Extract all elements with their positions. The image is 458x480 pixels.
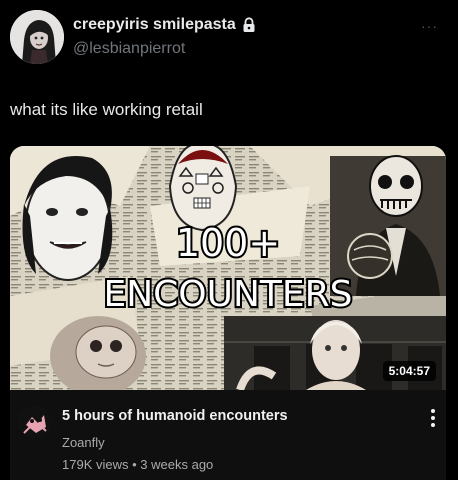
post-text: what its like working retail	[10, 100, 203, 119]
user-handle[interactable]: @lesbianpierrot	[73, 40, 185, 58]
thumbnail-title-line1: 100+	[176, 221, 280, 265]
video-stats: 179K views • 3 weeks ago	[62, 457, 213, 472]
video-meta: 5 hours of humanoid encounters Zoanfly 1…	[10, 390, 446, 480]
more-horizontal-icon[interactable]: ···	[421, 18, 438, 34]
thumbnail-collage: 100+ ENCOUNTERS	[10, 146, 446, 390]
video-thumbnail[interactable]: 100+ ENCOUNTERS 5:04:57	[10, 146, 446, 390]
upload-age: 3 weeks ago	[140, 457, 214, 472]
video-title[interactable]: 5 hours of humanoid encounters	[62, 408, 288, 424]
view-count: 179K views	[62, 457, 129, 472]
user-avatar[interactable]	[10, 10, 64, 64]
duration-badge: 5:04:57	[382, 361, 436, 381]
more-vertical-icon[interactable]	[428, 408, 438, 428]
post-header: creepyiris smilepasta @lesbianpierrot ··…	[10, 10, 450, 68]
display-name[interactable]: creepyiris smilepasta	[73, 16, 236, 34]
channel-avatar[interactable]	[18, 405, 52, 439]
youtube-video-card[interactable]: 100+ ENCOUNTERS 5:04:57 5 hours of human…	[10, 146, 446, 480]
channel-name[interactable]: Zoanfly	[62, 435, 105, 450]
lock-icon	[242, 17, 256, 33]
user-name-row: creepyiris smilepasta	[73, 16, 256, 34]
stats-separator: •	[132, 457, 137, 472]
thumbnail-title-line2: ENCOUNTERS	[103, 274, 352, 315]
